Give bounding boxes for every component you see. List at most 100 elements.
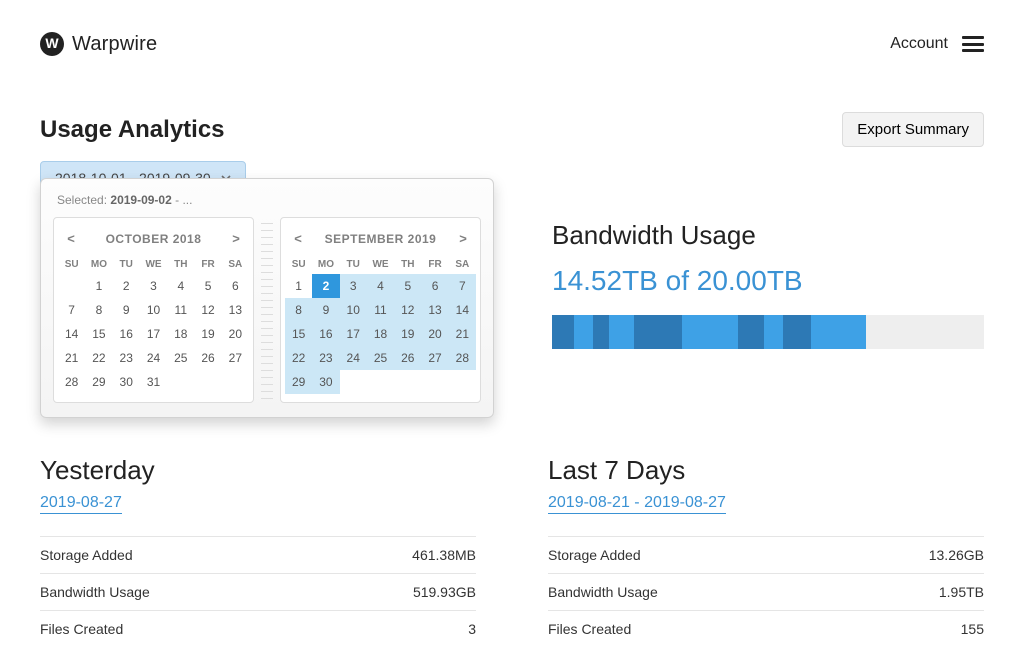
bandwidth-bar-segment [552,315,574,349]
calendar-day[interactable]: 29 [85,370,112,394]
dow-label: SU [58,254,85,274]
calendar-divider [262,217,272,403]
calendar-day[interactable]: 10 [340,298,367,322]
calendar-day[interactable]: 6 [421,274,448,298]
last7-title: Last 7 Days [548,455,984,486]
calendar-day[interactable]: 24 [140,346,167,370]
calendar-day[interactable]: 22 [85,346,112,370]
calendar-day[interactable]: 10 [140,298,167,322]
calendar-day[interactable]: 1 [285,274,312,298]
dow-label: MO [85,254,112,274]
stat-value: 3 [468,621,476,637]
calendar-day[interactable]: 18 [367,322,394,346]
date-range-popover: Selected: 2019-09-02 - ... < OCTOBER 201… [40,178,494,418]
calendar-day[interactable]: 5 [394,274,421,298]
calendar-day[interactable]: 8 [285,298,312,322]
calendar-day[interactable]: 3 [340,274,367,298]
calendar-day[interactable]: 13 [222,298,249,322]
next-month-button[interactable]: > [223,225,249,251]
calendar-day[interactable]: 26 [394,346,421,370]
calendar-day[interactable]: 29 [285,370,312,394]
calendar-day[interactable]: 12 [394,298,421,322]
calendar-day[interactable]: 5 [194,274,221,298]
calendar-day[interactable]: 26 [194,346,221,370]
dow-label: FR [421,254,448,274]
bandwidth-bar-segment [634,315,682,349]
calendar-day[interactable]: 28 [58,370,85,394]
calendar-day[interactable]: 11 [167,298,194,322]
calendar-day[interactable]: 19 [394,322,421,346]
stat-value: 461.38MB [412,547,476,563]
calendar-day[interactable]: 14 [58,322,85,346]
calendar-day[interactable]: 11 [367,298,394,322]
calendar-day[interactable]: 19 [194,322,221,346]
calendar-day[interactable]: 6 [222,274,249,298]
yesterday-panel: Yesterday 2019-08-27 Storage Added461.38… [40,455,476,647]
bandwidth-bar-segment [574,315,593,349]
prev-month-button-2[interactable]: < [285,225,311,251]
stat-row: Files Created3 [40,610,476,647]
calendar-day[interactable]: 8 [85,298,112,322]
calendar-day[interactable]: 15 [285,322,312,346]
calendar-right-title: SEPTEMBER 2019 [325,232,437,246]
brand[interactable]: W Warpwire [40,32,157,56]
calendar-day[interactable]: 16 [312,322,339,346]
stat-label: Bandwidth Usage [40,584,150,600]
calendar-day[interactable]: 14 [449,298,476,322]
calendar-day[interactable]: 17 [340,322,367,346]
page-title: Usage Analytics [40,116,225,144]
brand-logo-icon: W [40,32,64,56]
prev-month-button[interactable]: < [58,225,84,251]
calendar-day[interactable]: 30 [312,370,339,394]
stat-row: Storage Added461.38MB [40,536,476,573]
calendar-day[interactable]: 20 [421,322,448,346]
stat-label: Files Created [548,621,631,637]
calendar-day[interactable]: 13 [421,298,448,322]
calendar-day[interactable]: 16 [113,322,140,346]
calendar-day[interactable]: 2 [312,274,339,298]
calendar-day[interactable]: 7 [449,274,476,298]
calendar-day[interactable]: 4 [367,274,394,298]
calendar-day[interactable]: 21 [58,346,85,370]
calendar-day[interactable]: 18 [167,322,194,346]
stat-value: 519.93GB [413,584,476,600]
calendar-day[interactable]: 17 [140,322,167,346]
selected-prefix: Selected: [57,193,107,207]
calendar-day[interactable]: 27 [222,346,249,370]
dow-label: WE [367,254,394,274]
calendar-day[interactable]: 31 [140,370,167,394]
bandwidth-bar-segment [811,315,865,349]
calendar-day[interactable]: 12 [194,298,221,322]
menu-icon[interactable] [962,36,984,52]
dow-label: MO [312,254,339,274]
account-link[interactable]: Account [890,35,948,53]
next-month-button-2[interactable]: > [450,225,476,251]
calendar-day[interactable]: 23 [113,346,140,370]
stat-value: 1.95TB [939,584,984,600]
calendar-day[interactable]: 25 [167,346,194,370]
calendar-day[interactable]: 23 [312,346,339,370]
calendar-day[interactable]: 28 [449,346,476,370]
calendar-day[interactable]: 2 [113,274,140,298]
calendar-day[interactable]: 24 [340,346,367,370]
export-summary-button[interactable]: Export Summary [842,112,984,147]
calendar-day[interactable]: 30 [113,370,140,394]
calendar-day[interactable]: 20 [222,322,249,346]
last7-date-link[interactable]: 2019-08-21 - 2019-08-27 [548,494,726,514]
calendar-day[interactable]: 21 [449,322,476,346]
yesterday-date-link[interactable]: 2019-08-27 [40,494,122,514]
selected-dash: - [175,193,179,207]
calendar-day[interactable]: 22 [285,346,312,370]
bandwidth-bar-segment [609,315,634,349]
calendar-day[interactable]: 4 [167,274,194,298]
calendar-day[interactable]: 7 [58,298,85,322]
calendar-day[interactable]: 3 [140,274,167,298]
calendar-day[interactable]: 15 [85,322,112,346]
calendar-day[interactable]: 9 [312,298,339,322]
calendar-day[interactable]: 25 [367,346,394,370]
calendar-day[interactable]: 27 [421,346,448,370]
selected-ellipsis: ... [182,193,192,207]
calendar-day[interactable]: 1 [85,274,112,298]
calendar-day[interactable]: 9 [113,298,140,322]
bandwidth-usage-panel: Bandwidth Usage 14.52TB of 20.00TB [552,220,984,349]
